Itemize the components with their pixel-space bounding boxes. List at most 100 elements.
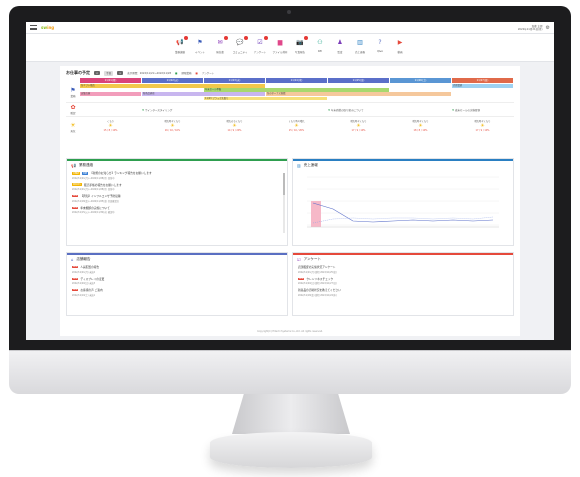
sales-day-cell[interactable]: [204, 103, 265, 116]
announcements-header[interactable]: 📢 業務連絡: [67, 159, 287, 169]
store-reports-panel: ⌂ 店舗報告 New 人員配置の報告 2022/11/21(月) 未読2 New ディス…: [66, 252, 288, 316]
weather-temp: 16 / 10 / 10%: [164, 129, 181, 132]
chart-line-series-b: [312, 216, 494, 224]
nav-kpi[interactable]: ⚇ KPI: [312, 37, 329, 53]
store-report-item[interactable]: New 人員配置の報告 2022/11/21(月) 未読2: [72, 265, 282, 274]
status-badge: 回答待ち: [72, 183, 83, 186]
surveys-list: 店頭販促の実施状況アンケート 2022/11/21(月) 締切 2022/11/2…: [293, 263, 513, 302]
surveys-title: アンケート: [303, 256, 321, 261]
sales-day-cell[interactable]: ⚑ ウインタースタイリング: [142, 103, 203, 116]
announcement-title[interactable]: 【周知】インフルエンザ予防接種: [80, 194, 120, 198]
sales-day-cell[interactable]: [390, 103, 451, 116]
user-datetime: 2022年11月21日(月): [517, 27, 543, 31]
nav-community[interactable]: 💬 コミュニティ: [232, 36, 249, 54]
status-badge: New: [72, 206, 79, 209]
survey-date: 2022/11/18(金) 締切 2022/11/24(木): [298, 293, 337, 297]
app-screen: swing 加藤 太郎 2022年11月21日(月) ⚙ 📢 業務連絡 ⚑ イベント ✉…: [26, 22, 554, 340]
nav-survey[interactable]: ☑ アンケート: [252, 36, 269, 54]
event-chip[interactable]: 冬のボーナス商戦: [266, 92, 451, 96]
event-chip[interactable]: 売場変更: [452, 84, 513, 88]
announcement-date: 2022/11/21(月)〜2022/11/28(月) 回答中: [72, 188, 115, 191]
main-nav: 📢 業務連絡 ⚑ イベント ✉ 報告書 💬 コミュニティ ☑ アンケート ▆ ファイル共有 📷 写真報告 ⚇…: [26, 34, 554, 62]
sales-flash-header[interactable]: ▥ 売上速報: [293, 159, 513, 169]
announcement-item[interactable]: 未確認 重要 【新規のお知らせ】ランキング報告をお願いします 2022/11/21(月…: [72, 171, 282, 180]
new-badge: New: [72, 266, 79, 268]
survey-date: 2022/11/20(日) 締切 2022/11/27(日): [298, 282, 337, 285]
legend-survey: アンケート: [201, 72, 215, 75]
announcement-title[interactable]: 年末棚卸の実施について: [80, 206, 109, 210]
event-chip[interactable]: 年末セール準備: [204, 88, 389, 92]
chart-line-series-a: [312, 202, 494, 223]
sales-day-cell[interactable]: [80, 103, 141, 116]
new-badge: New: [72, 289, 79, 291]
nav-faq[interactable]: ? Q&A: [372, 37, 389, 53]
notification-badge: [183, 36, 188, 40]
priority-badge: 重要: [82, 171, 89, 175]
today-button[interactable]: 今日: [104, 70, 114, 76]
kpi-icon: ⚇: [317, 39, 323, 46]
megaphone-icon: 📢: [71, 162, 76, 168]
announcement-title[interactable]: 販売手帳の報告をお願いします: [84, 183, 122, 187]
events-cells: 冬ギフト販売 年末セール準備店舗点検 新商品研修 冬のボーナス商戦 売場変更 11/23 …: [80, 83, 514, 102]
sales-event-label[interactable]: ウインタースタイリング: [145, 109, 172, 112]
nav-photo[interactable]: 📷 写真報告: [292, 36, 309, 54]
store-report-item[interactable]: New お客様の声 ご案内 2022/11/19(土) 未読1: [72, 288, 282, 297]
surveys-header[interactable]: ☑ アンケート: [293, 253, 513, 263]
sales-day-cell[interactable]: ⚑ 歳末セールの実施要領: [452, 103, 513, 116]
nav-report[interactable]: ✉ 報告書: [212, 36, 229, 54]
monitor-chin: [9, 350, 571, 394]
app-logo[interactable]: swing: [41, 25, 54, 30]
sale-tag-icon: ✿: [70, 104, 76, 111]
sales-event-label[interactable]: 年末商戦の取り組みについて: [331, 109, 363, 112]
store-report-title-row: New お客様の声 ご案内: [72, 288, 282, 292]
nav-announce[interactable]: 📢 業務連絡: [172, 36, 189, 54]
survey-title-row: 店頭販促の実施状況アンケート: [298, 265, 508, 269]
store-reports-header[interactable]: ⌂ 店舗報告: [67, 253, 287, 263]
menu-icon[interactable]: [30, 25, 37, 30]
nav-label: イベント: [194, 51, 205, 54]
weather-temp: 18 / 8 / 10%: [413, 129, 428, 132]
survey-title[interactable]: クレンリネスチェック: [306, 277, 333, 281]
store-report-date: 2022/11/19(土) 未読1: [72, 293, 95, 297]
event-chip[interactable]: 冬ギフト販売: [80, 84, 265, 88]
next-week-button[interactable]: >: [117, 71, 124, 75]
bar-chart-icon: ▥: [357, 39, 363, 46]
event-chip[interactable]: 店舗点検: [80, 92, 141, 96]
survey-title[interactable]: 店頭販促の実施状況アンケート: [298, 265, 336, 269]
survey-title[interactable]: 新商品の売場状況を教えてください: [298, 288, 341, 292]
sales-event-label[interactable]: 歳末セールの実施要領: [455, 109, 480, 112]
nav-event[interactable]: ⚑ イベント: [192, 37, 209, 54]
store-report-date: 2022/11/21(月) 未読2: [72, 270, 95, 274]
events-row-label: ⚑ 業務: [66, 83, 80, 102]
prev-week-button[interactable]: <: [94, 71, 101, 75]
announcement-title[interactable]: 【新規のお知らせ】ランキング報告をお願いします: [90, 171, 152, 175]
announcement-item[interactable]: New 【周知】インフルエンザ予防接種 2022/11/18(金)〜2022/11/…: [72, 194, 282, 203]
sales-day-cell[interactable]: [266, 103, 327, 116]
sales-cells: ⚑ ウインタースタイリング ⚑ 年末商戦の取り組みについて ⚑ 歳末セールの実施要領: [80, 103, 514, 116]
legend-deadline: 期限業務: [181, 72, 192, 75]
nav-sales[interactable]: ▥ 売上速報: [352, 37, 369, 54]
nav-files[interactable]: ▆ ファイル共有: [272, 37, 289, 54]
nav-audit[interactable]: ♟ 監査: [332, 37, 349, 54]
event-chip[interactable]: 11/23 ブラック先取り: [204, 96, 327, 101]
status-badge: New: [72, 195, 79, 197]
store-report-title[interactable]: 人員配置の報告: [80, 265, 99, 269]
announcement-item[interactable]: 回答待ち 販売手帳の報告をお願いします 2022/11/21(月)〜2022/11/…: [72, 183, 282, 191]
weather-cells: くもり ☀ 15 / 8 / 10% 晴れ時々くもり ☀ 16 / 10 / 10% 晴れの…: [80, 117, 514, 137]
announcement-item[interactable]: New 年末棚卸の実施について 2022/11/15(火)〜2022/11/30(水…: [72, 206, 282, 214]
notification-badge: [263, 36, 268, 40]
sales-chart: [307, 176, 499, 228]
survey-item[interactable]: 新商品の売場状況を教えてください 2022/11/18(金) 締切 2022/11…: [298, 288, 508, 297]
announcements-scrollbar[interactable]: [283, 173, 285, 233]
store-report-title[interactable]: お客様の声 ご案内: [80, 288, 102, 292]
survey-item[interactable]: New クレンリネスチェック 2022/11/20(日) 締切 2022/11/27…: [298, 277, 508, 285]
survey-item[interactable]: 店頭販促の実施状況アンケート 2022/11/21(月) 締切 2022/11/2…: [298, 265, 508, 274]
announcement-title-row: 回答待ち 販売手帳の報告をお願いします: [72, 183, 282, 187]
store-report-item[interactable]: New ディスプレイの変更 2022/11/20(日) 未読3: [72, 277, 282, 285]
sales-day-cell[interactable]: ⚑ 年末商戦の取り組みについて: [328, 103, 389, 116]
event-chip[interactable]: 新商品研修: [142, 92, 265, 96]
nav-video[interactable]: ▶ 動画: [392, 37, 409, 54]
bar-chart-icon: ▥: [297, 162, 301, 168]
gear-icon[interactable]: ⚙: [546, 25, 550, 31]
store-report-title[interactable]: ディスプレイの変更: [80, 277, 104, 281]
